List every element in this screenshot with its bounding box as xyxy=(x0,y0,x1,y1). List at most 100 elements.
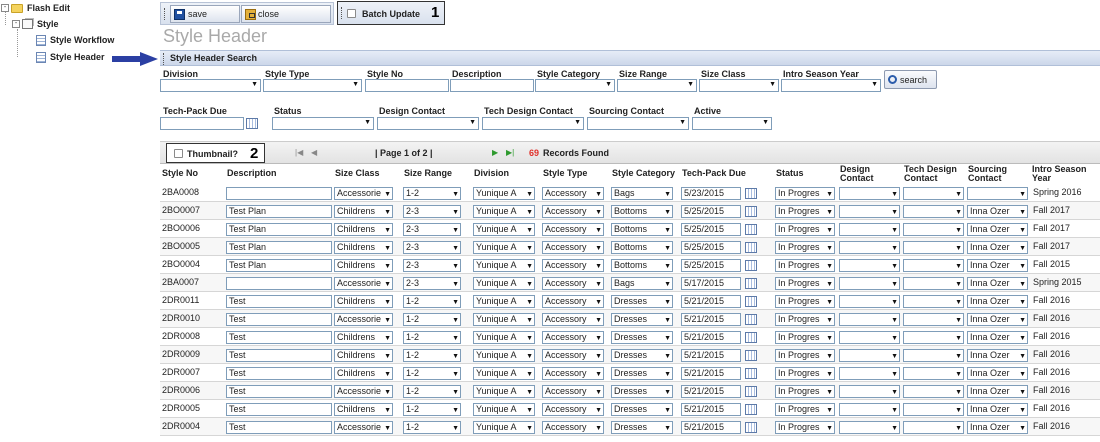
cell-style-category[interactable]: Bags xyxy=(611,187,673,200)
cell-tech-pack-due[interactable]: 5/25/2015 xyxy=(681,241,741,254)
cell-tech-design-contact[interactable] xyxy=(903,223,964,236)
cell-design-contact[interactable] xyxy=(839,241,900,254)
cell-design-contact[interactable] xyxy=(839,331,900,344)
cell-division[interactable]: Yunique A xyxy=(473,205,535,218)
cell-size-class[interactable]: Childrens xyxy=(334,205,393,218)
cell-tech-design-contact[interactable] xyxy=(903,277,964,290)
cell-style-type[interactable]: Accessory xyxy=(542,349,604,362)
calendar-icon[interactable] xyxy=(745,206,757,217)
column-header-sourcing-contact[interactable]: Sourcing Contact xyxy=(968,165,1007,183)
cell-description[interactable] xyxy=(226,187,332,200)
cell-sourcing-contact[interactable]: Inna Ozer xyxy=(967,331,1028,344)
cell-tech-pack-due[interactable]: 5/21/2015 xyxy=(681,331,741,344)
toolbar-grip[interactable] xyxy=(164,8,166,20)
cell-sourcing-contact[interactable] xyxy=(967,187,1028,200)
cell-status[interactable]: In Progres xyxy=(775,421,835,434)
calendar-icon[interactable] xyxy=(745,422,757,433)
first-page-icon[interactable]: |◀ xyxy=(295,148,303,157)
cell-sourcing-contact[interactable]: Inna Ozer xyxy=(967,259,1028,272)
column-header-style-type[interactable]: Style Type xyxy=(543,169,587,178)
cell-sourcing-contact[interactable]: Inna Ozer xyxy=(967,205,1028,218)
cell-design-contact[interactable] xyxy=(839,313,900,326)
cell-style-category[interactable]: Dresses xyxy=(611,403,673,416)
cell-tech-design-contact[interactable] xyxy=(903,205,964,218)
next-page-icon[interactable]: ▶ xyxy=(492,148,498,157)
cell-tech-pack-due[interactable]: 5/21/2015 xyxy=(681,421,741,434)
cell-tech-design-contact[interactable] xyxy=(903,385,964,398)
cell-division[interactable]: Yunique A xyxy=(473,421,535,434)
cell-description[interactable]: Test xyxy=(226,331,332,344)
table-row[interactable]: 2DR0009 TestChildrens 1-2 Yunique A Accessor… xyxy=(160,346,1100,364)
table-row[interactable]: 2BO0005 Test PlanChildrens 2-3 Yunique A Acc… xyxy=(160,238,1100,256)
table-row[interactable]: 2DR0010 TestAccessorie 1-2 Yunique A Accesso… xyxy=(160,310,1100,328)
cell-tech-design-contact[interactable] xyxy=(903,349,964,362)
cell-size-range[interactable]: 1-2 xyxy=(403,403,461,416)
cell-division[interactable]: Yunique A xyxy=(473,385,535,398)
cell-style-category[interactable]: Bottoms xyxy=(611,241,673,254)
style-no-input[interactable] xyxy=(365,79,449,92)
cell-division[interactable]: Yunique A xyxy=(473,331,535,344)
cell-description[interactable]: Test xyxy=(226,385,332,398)
cell-style-type[interactable]: Accessory xyxy=(542,223,604,236)
sourcing-contact-select[interactable] xyxy=(587,117,689,130)
cell-tech-pack-due[interactable]: 5/17/2015 xyxy=(681,277,741,290)
cell-description[interactable] xyxy=(226,277,332,290)
cell-style-type[interactable]: Accessory xyxy=(542,295,604,308)
cell-tech-pack-due[interactable]: 5/23/2015 xyxy=(681,187,741,200)
toolbar-grip[interactable] xyxy=(341,7,343,19)
column-header-style-no[interactable]: Style No xyxy=(162,169,198,178)
cell-description[interactable]: Test xyxy=(226,313,332,326)
cell-design-contact[interactable] xyxy=(839,421,900,434)
previous-page-icon[interactable]: ◀ xyxy=(311,148,317,157)
cell-size-range[interactable]: 1-2 xyxy=(403,295,461,308)
cell-style-type[interactable]: Accessory xyxy=(542,331,604,344)
cell-tech-design-contact[interactable] xyxy=(903,259,964,272)
table-row[interactable]: 2DR0006 TestAccessorie 1-2 Yunique A Accesso… xyxy=(160,382,1100,400)
cell-status[interactable]: In Progres xyxy=(775,223,835,236)
cell-tech-design-contact[interactable] xyxy=(903,295,964,308)
cell-size-class[interactable]: Childrens xyxy=(334,241,393,254)
cell-division[interactable]: Yunique A xyxy=(473,241,535,254)
cell-style-type[interactable]: Accessory xyxy=(542,421,604,434)
tech-design-contact-select[interactable] xyxy=(482,117,584,130)
cell-size-class[interactable]: Childrens xyxy=(334,349,393,362)
cell-size-class[interactable]: Accessorie xyxy=(334,421,393,434)
cell-size-range[interactable]: 1-2 xyxy=(403,367,461,380)
cell-tech-pack-due[interactable]: 5/21/2015 xyxy=(681,385,741,398)
cell-status[interactable]: In Progres xyxy=(775,205,835,218)
cell-division[interactable]: Yunique A xyxy=(473,403,535,416)
cell-tech-design-contact[interactable] xyxy=(903,367,964,380)
cell-tech-design-contact[interactable] xyxy=(903,403,964,416)
cell-size-range[interactable]: 2-3 xyxy=(403,223,461,236)
calendar-icon[interactable] xyxy=(745,224,757,235)
save-button[interactable]: save xyxy=(170,5,240,23)
calendar-icon[interactable] xyxy=(745,332,757,343)
cell-tech-design-contact[interactable] xyxy=(903,241,964,254)
cell-style-category[interactable]: Dresses xyxy=(611,313,673,326)
cell-status[interactable]: In Progres xyxy=(775,349,835,362)
cell-status[interactable]: In Progres xyxy=(775,331,835,344)
cell-division[interactable]: Yunique A xyxy=(473,187,535,200)
calendar-icon[interactable] xyxy=(745,350,757,361)
cell-style-type[interactable]: Accessory xyxy=(542,187,604,200)
cell-style-type[interactable]: Accessory xyxy=(542,259,604,272)
cell-tech-design-contact[interactable] xyxy=(903,313,964,326)
table-row[interactable]: 2BO0004 Test PlanChildrens 2-3 Yunique A Acc… xyxy=(160,256,1100,274)
cell-style-type[interactable]: Accessory xyxy=(542,403,604,416)
calendar-icon[interactable] xyxy=(745,368,757,379)
cell-tech-pack-due[interactable]: 5/21/2015 xyxy=(681,367,741,380)
calendar-icon[interactable] xyxy=(745,296,757,307)
calendar-icon[interactable] xyxy=(745,242,757,253)
cell-size-class[interactable]: Accessorie xyxy=(334,277,393,290)
cell-sourcing-contact[interactable]: Inna Ozer xyxy=(967,295,1028,308)
cell-description[interactable]: Test Plan xyxy=(226,259,332,272)
cell-style-category[interactable]: Bottoms xyxy=(611,223,673,236)
cell-style-type[interactable]: Accessory xyxy=(542,367,604,380)
cell-sourcing-contact[interactable]: Inna Ozer xyxy=(967,313,1028,326)
cell-description[interactable]: Test Plan xyxy=(226,223,332,236)
table-row[interactable]: 2DR0008 TestChildrens 1-2 Yunique A Accessor… xyxy=(160,328,1100,346)
cell-division[interactable]: Yunique A xyxy=(473,349,535,362)
cell-style-type[interactable]: Accessory xyxy=(542,205,604,218)
table-row[interactable]: 2BA0008 Accessorie 1-2 Yunique A Accessory Ba… xyxy=(160,184,1100,202)
active-select[interactable] xyxy=(692,117,772,130)
